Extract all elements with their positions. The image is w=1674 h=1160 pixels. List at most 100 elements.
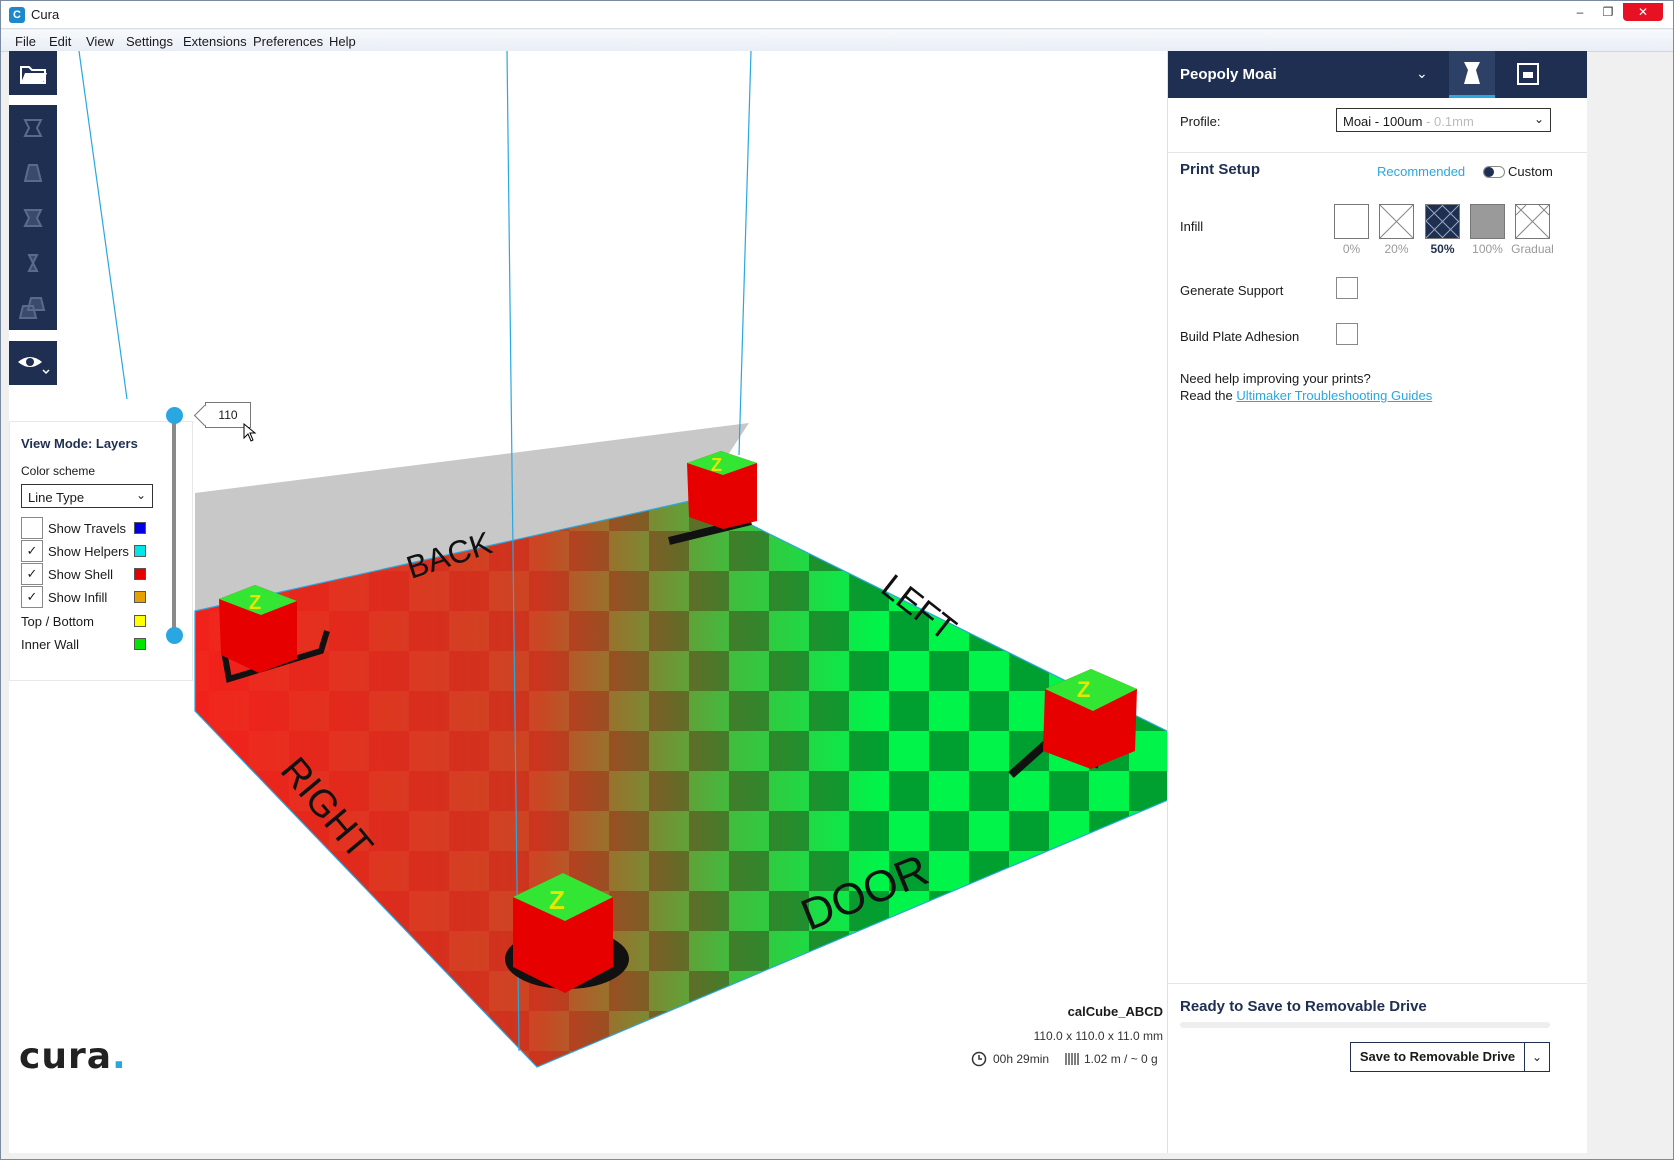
transform-toolbar	[9, 105, 57, 330]
mouse-cursor-icon	[243, 423, 257, 442]
menu-file[interactable]: File	[15, 34, 36, 49]
infill-option-50[interactable]: 50%	[1425, 204, 1460, 256]
show-travels-row[interactable]: Show Travels	[21, 517, 155, 539]
generate-support-checkbox[interactable]	[1336, 277, 1358, 299]
show-infill-checkbox[interactable]: ✓	[21, 586, 43, 608]
inner-wall-color-swatch	[134, 638, 146, 650]
print-setup-sidebar: Peopoly Moai ⌄ Profile: Moai - 100um - 0…	[1167, 51, 1587, 1153]
infill-50-icon	[1425, 204, 1460, 239]
inner-wall-label: Inner Wall	[21, 637, 80, 652]
infill-option-20[interactable]: 20%	[1379, 204, 1414, 256]
close-icon[interactable]: ✕	[1623, 3, 1663, 21]
show-shell-label: Show Shell	[48, 567, 114, 582]
mirror-tool-button[interactable]	[9, 240, 57, 286]
job-dimensions: 110.0 x 110.0 x 11.0 mm	[1033, 1029, 1163, 1043]
spool-icon	[1065, 1053, 1079, 1065]
top-bottom-color-swatch	[134, 615, 146, 627]
save-to-removable-drive-button[interactable]: Save to Removable Drive	[1350, 1042, 1525, 1072]
save-options-chevron-down-icon[interactable]: ⌄	[1524, 1042, 1550, 1072]
model-cube-left[interactable]: Z	[1043, 669, 1137, 769]
layer-slider-track[interactable]	[172, 416, 176, 636]
help-link-line: Read the Ultimaker Troubleshooting Guide…	[1180, 388, 1433, 403]
clock-icon	[971, 1051, 987, 1067]
show-helpers-checkbox[interactable]: ✓	[21, 540, 43, 562]
tab-print-settings[interactable]	[1449, 51, 1495, 98]
view-mode-button[interactable]	[9, 341, 57, 387]
infill-20-icon	[1379, 204, 1414, 239]
scale-tool-button[interactable]	[9, 150, 57, 196]
help-text: Need help improving your prints?	[1180, 371, 1371, 386]
menu-edit[interactable]: Edit	[49, 34, 71, 49]
menu-preferences[interactable]: Preferences	[253, 34, 323, 49]
cura-window: C Cura – ❐ ✕ File Edit View Settings Ext…	[0, 0, 1674, 1160]
build-plate	[194, 498, 1176, 1068]
infill-color-swatch	[134, 591, 146, 603]
menu-settings[interactable]: Settings	[126, 34, 173, 49]
show-travels-checkbox[interactable]	[21, 517, 43, 539]
menu-help[interactable]: Help	[329, 34, 356, 49]
printer-chevron-down-icon[interactable]: ⌄	[1416, 65, 1428, 82]
open-file-toolbar	[9, 51, 57, 95]
menu-bar: File Edit View Settings Extensions Prefe…	[1, 30, 1673, 52]
mode-custom-label[interactable]: Custom	[1508, 164, 1553, 179]
show-shell-row[interactable]: ✓ Show Shell	[21, 563, 155, 585]
build-plate-adhesion-label: Build Plate Adhesion	[1180, 329, 1300, 344]
tab-monitor[interactable]	[1505, 51, 1551, 98]
troubleshooting-guides-link[interactable]: Ultimaker Troubleshooting Guides	[1236, 388, 1432, 403]
show-helpers-row[interactable]: ✓ Show Helpers	[21, 540, 155, 562]
print-settings-icon	[1464, 62, 1480, 84]
save-progress-bar	[1180, 1022, 1550, 1028]
profile-label: Profile:	[1180, 114, 1221, 129]
model-cube-back[interactable]: Z	[687, 451, 757, 529]
layer-view-panel: View Mode: Layers Color scheme Line Type…	[9, 421, 193, 681]
svg-text:Z: Z	[249, 592, 261, 614]
infill-option-100[interactable]: 100%	[1470, 204, 1505, 256]
print-setup-title: Print Setup	[1180, 161, 1261, 178]
infill-option-0[interactable]: 0%	[1334, 204, 1369, 256]
inner-wall-legend: Inner Wall	[21, 633, 155, 655]
menu-extensions[interactable]: Extensions	[183, 34, 247, 49]
mode-recommended-label[interactable]: Recommended	[1377, 164, 1465, 179]
3d-viewport[interactable]: BACK LEFT RIGHT DOOR Z Z Z Z View Mode: …	[9, 51, 1247, 1153]
move-icon	[23, 119, 43, 137]
folder-icon	[20, 66, 47, 84]
infill-0-icon	[1334, 204, 1369, 239]
profile-row: Profile: Moai - 100um - 0.1mm ⌄	[1168, 98, 1587, 153]
cura-logo: cura.	[19, 1036, 127, 1077]
window-title: Cura	[31, 7, 60, 22]
volume-edge-line	[738, 51, 752, 456]
minimize-icon[interactable]: –	[1567, 3, 1593, 21]
rotate-tool-button[interactable]	[9, 195, 57, 241]
per-model-settings-button[interactable]	[9, 285, 57, 331]
svg-text:Z: Z	[1077, 677, 1090, 702]
move-tool-button[interactable]	[9, 105, 57, 151]
svg-text:Z: Z	[711, 455, 722, 475]
color-scheme-label: Color scheme	[21, 464, 96, 478]
restore-icon[interactable]: ❐	[1595, 3, 1621, 21]
build-plate-adhesion-checkbox[interactable]	[1336, 323, 1358, 345]
save-status: Ready to Save to Removable Drive	[1180, 998, 1427, 1015]
layer-slider-bottom-handle[interactable]	[166, 627, 183, 644]
profile-layer-height: - 0.1mm	[1422, 114, 1474, 129]
show-infill-row[interactable]: ✓ Show Infill	[21, 586, 155, 608]
generate-support-label: Generate Support	[1180, 283, 1284, 298]
infill-label: Infill	[1180, 219, 1204, 234]
profile-select[interactable]: Moai - 100um - 0.1mm ⌄	[1336, 108, 1551, 132]
monitor-icon	[1517, 62, 1539, 85]
mode-toggle[interactable]	[1483, 166, 1505, 178]
mirror-icon	[27, 254, 39, 272]
infill-100-icon	[1470, 204, 1505, 239]
infill-option-gradual[interactable]: Gradual	[1511, 204, 1554, 256]
printer-selector[interactable]: Peopoly Moai	[1180, 66, 1277, 83]
show-shell-checkbox[interactable]: ✓	[21, 563, 43, 585]
material-usage: 1.02 m / ~ 0 g	[1084, 1052, 1158, 1066]
menu-view[interactable]: View	[86, 34, 114, 49]
chevron-down-icon: ⌄	[1533, 112, 1544, 126]
color-scheme-select[interactable]: Line Type ⌄	[21, 484, 153, 508]
show-travels-label: Show Travels	[48, 521, 127, 536]
build-volume-scene: BACK LEFT RIGHT DOOR Z Z Z Z	[78, 51, 1176, 1068]
job-name: calCube_ABCD	[1067, 1004, 1163, 1019]
layer-slider-top-handle[interactable]	[166, 407, 183, 424]
open-file-button[interactable]	[9, 51, 57, 97]
svg-text:Z: Z	[549, 885, 565, 915]
